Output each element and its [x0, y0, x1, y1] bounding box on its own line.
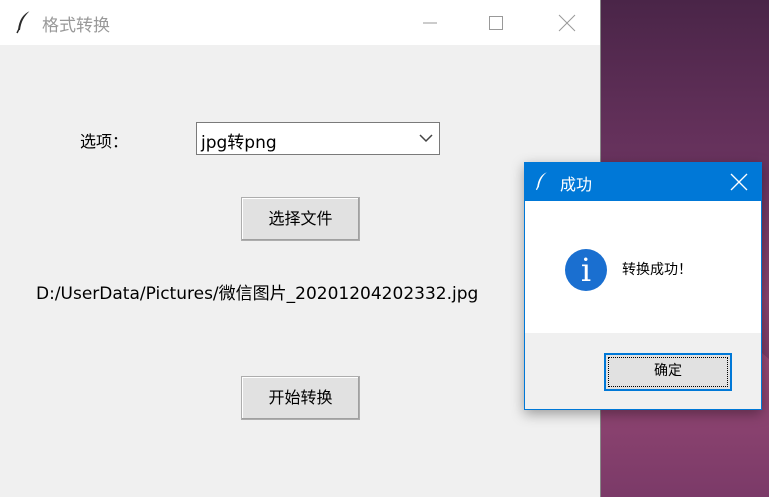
dialog-message: 转换成功！: [622, 262, 692, 278]
feather-icon: [534, 170, 550, 196]
ok-button[interactable]: 确定: [604, 353, 732, 391]
start-convert-button[interactable]: 开始转换: [241, 376, 360, 420]
info-icon: i: [565, 249, 607, 291]
window-title: 格式转换: [42, 16, 110, 36]
minimize-button[interactable]: [407, 0, 453, 45]
chevron-down-icon: [419, 134, 433, 143]
close-button[interactable]: [544, 0, 590, 45]
select-file-button[interactable]: 选择文件: [241, 197, 360, 241]
close-icon: [558, 14, 576, 32]
dialog-close-button[interactable]: [715, 163, 761, 201]
success-dialog: 成功 i 转换成功！ 确定: [524, 162, 762, 410]
dialog-title-bar: 成功: [525, 163, 761, 201]
close-icon: [730, 173, 748, 191]
file-path-label: D:/UserData/Pictures/微信图片_20201204202332…: [36, 284, 479, 304]
option-label: 选项：: [80, 132, 129, 151]
dialog-footer: 确定: [525, 333, 761, 409]
minimize-icon: [423, 22, 437, 24]
combobox-value: jpg转png: [201, 133, 277, 153]
maximize-button[interactable]: [473, 0, 519, 45]
format-combobox[interactable]: jpg转png: [196, 122, 440, 155]
dialog-title: 成功: [560, 175, 593, 194]
main-window: 格式转换 选项： jpg转png 选择文件 D:/UserData/Pictur…: [0, 0, 601, 497]
title-bar: 格式转换: [0, 0, 600, 45]
feather-icon: [14, 10, 34, 34]
maximize-icon: [489, 16, 503, 30]
